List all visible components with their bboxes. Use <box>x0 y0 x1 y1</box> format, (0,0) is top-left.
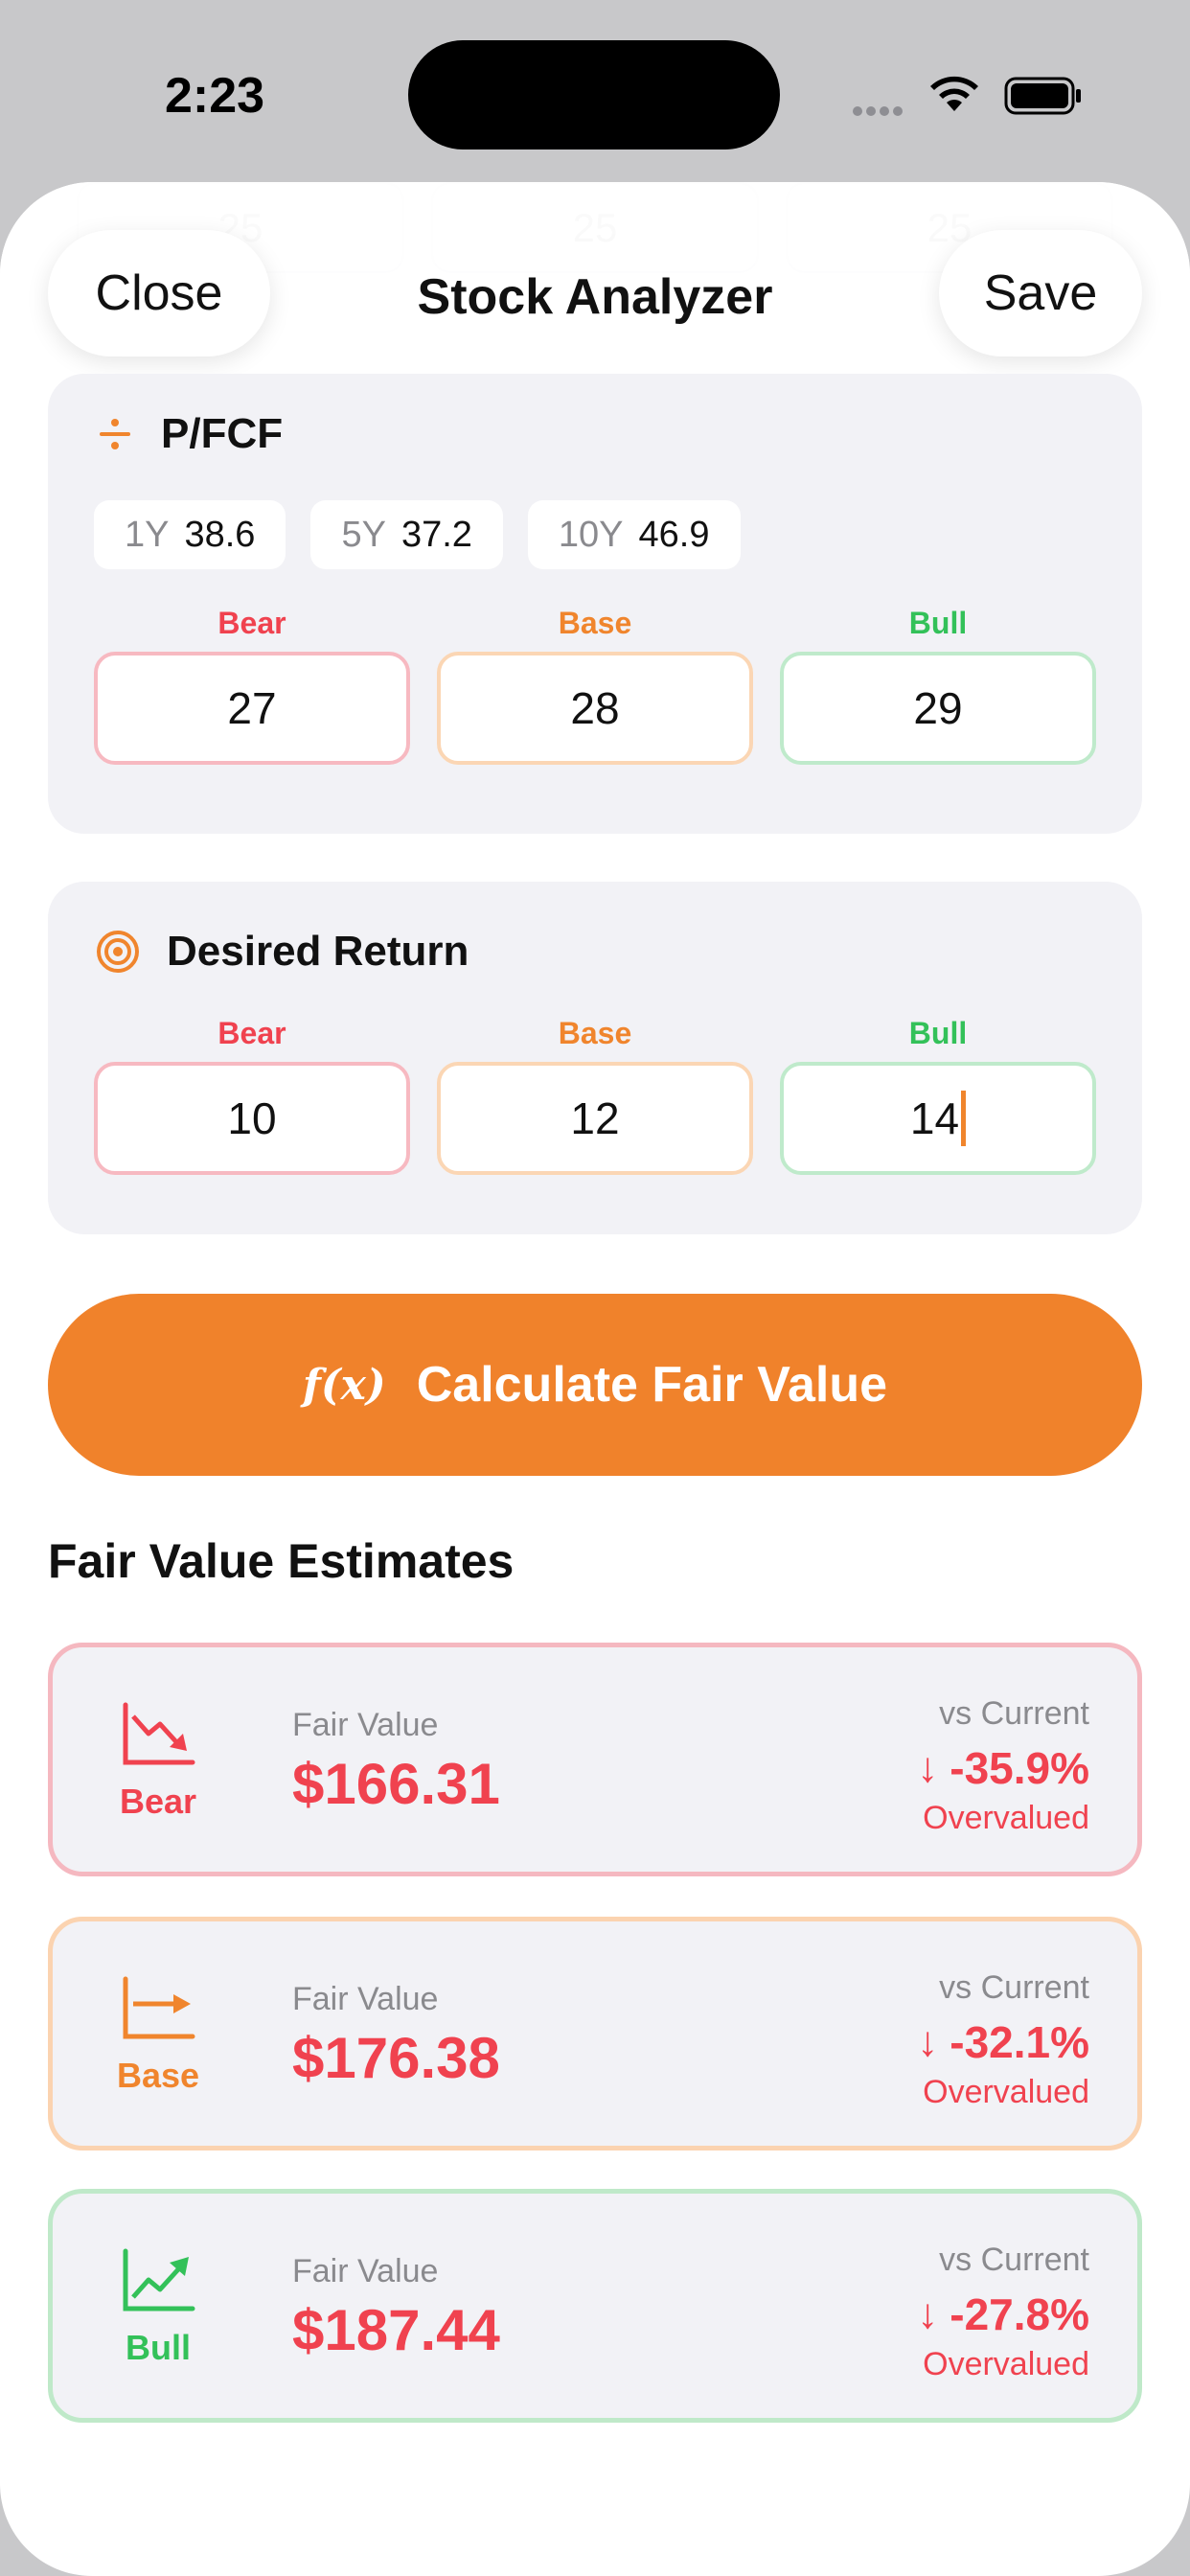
history-chip-1y: 1Y 38.6 <box>94 500 286 569</box>
base-label: Base <box>558 606 632 640</box>
history-label: 1Y <box>125 514 170 555</box>
chart-flat-icon <box>123 1976 195 2039</box>
pfcf-base: Base 28 <box>437 604 753 765</box>
desired-return-header: Desired Return <box>96 928 469 976</box>
cellular-icon <box>853 104 912 117</box>
pfcf-bear: Bear 27 <box>94 604 410 765</box>
return-base: Base 12 <box>437 1014 753 1175</box>
fair-value-label: Fair Value <box>292 1981 439 2017</box>
pfcf-bull-input[interactable]: 29 <box>780 652 1096 765</box>
history-label: 5Y <box>341 514 386 555</box>
pfcf-bull: Bull 29 <box>780 604 1096 765</box>
arrow-down-icon: ↓ <box>917 2018 939 2065</box>
estimate-card-base: Base Fair Value $176.38 vs Current ↓ -32.… <box>48 1917 1142 2150</box>
estimate-name: Bull <box>126 2328 191 2367</box>
return-bear-input[interactable]: 10 <box>94 1062 410 1175</box>
delta-value: -32.1% <box>950 2017 1089 2067</box>
history-value: 38.6 <box>184 514 256 555</box>
arrow-down-icon: ↓ <box>917 1744 939 1791</box>
valuation-verdict: Overvalued <box>923 2074 1089 2110</box>
fair-value-amount: $166.31 <box>292 1752 500 1816</box>
delta-value: -35.9% <box>950 1743 1089 1793</box>
delta-percent: ↓ -35.9% <box>917 1742 1089 1794</box>
stock-analyzer-sheet: 25 25 25 Close Stock Analyzer Save P/FCF… <box>0 182 1190 2576</box>
pfcf-title: P/FCF <box>161 410 284 457</box>
estimate-card-bear: Bear Fair Value $166.31 vs Current ↓ -35.… <box>48 1643 1142 1876</box>
pfcf-base-input[interactable]: 28 <box>437 652 753 765</box>
return-bull: Bull 14 <box>780 1014 1096 1175</box>
estimate-card-bull: Bull Fair Value $187.44 vs Current ↓ -27.… <box>48 2189 1142 2423</box>
pfcf-card: P/FCF 1Y 38.6 5Y 37.2 10Y 46.9 Bear 27 B… <box>48 374 1142 834</box>
valuation-verdict: Overvalued <box>923 1800 1089 1836</box>
return-bull-value: 14 <box>909 1093 960 1143</box>
bear-label: Bear <box>217 1016 286 1050</box>
vs-current-label: vs Current <box>939 1969 1089 2006</box>
text-caret <box>961 1091 967 1146</box>
valuation-verdict: Overvalued <box>923 2346 1089 2382</box>
pfcf-header: P/FCF <box>96 410 283 458</box>
bull-label: Bull <box>908 606 968 640</box>
return-base-input[interactable]: 12 <box>437 1062 753 1175</box>
fair-value-estimates-title: Fair Value Estimates <box>48 1534 515 1588</box>
pfcf-history: 1Y 38.6 5Y 37.2 10Y 46.9 <box>94 500 741 569</box>
desired-return-card: Desired Return Bear 10 Base 12 Bull 14 <box>48 882 1142 1234</box>
pfcf-bear-input[interactable]: 27 <box>94 652 410 765</box>
dynamic-island <box>408 40 780 150</box>
bull-label: Bull <box>908 1016 968 1050</box>
save-button[interactable]: Save <box>939 230 1142 356</box>
calculate-fair-value-button[interactable]: f(x) Calculate Fair Value <box>48 1294 1142 1476</box>
vs-current-block: vs Current ↓ -27.8% Overvalued <box>917 2242 1089 2383</box>
fair-value-label: Fair Value <box>292 1707 439 1743</box>
return-bear: Bear 10 <box>94 1014 410 1175</box>
fair-value-amount: $187.44 <box>292 2298 500 2362</box>
desired-return-title: Desired Return <box>167 928 469 975</box>
wifi-icon <box>930 76 978 111</box>
status-bar: 2:23 <box>0 0 1190 182</box>
history-chip-10y: 10Y 46.9 <box>527 500 741 569</box>
vs-current-label: vs Current <box>939 2242 1089 2278</box>
return-bull-input[interactable]: 14 <box>780 1062 1096 1175</box>
estimate-name: Bear <box>119 1782 197 1821</box>
fair-value-label: Fair Value <box>292 2253 439 2289</box>
fair-value-amount: $176.38 <box>292 2026 500 2090</box>
estimate-name: Base <box>116 2056 200 2095</box>
vs-current-block: vs Current ↓ -35.9% Overvalued <box>917 1695 1089 1837</box>
function-icon: f(x) <box>302 1360 386 1410</box>
history-value: 37.2 <box>400 514 472 555</box>
chart-up-icon <box>123 2248 195 2312</box>
vs-current-label: vs Current <box>939 1695 1089 1732</box>
bear-label: Bear <box>217 606 286 640</box>
delta-percent: ↓ -32.1% <box>917 2016 1089 2068</box>
delta-percent: ↓ -27.8% <box>917 2288 1089 2340</box>
pfcf-scenarios: Bear 27 Base 28 Bull 29 <box>94 604 1096 765</box>
history-value: 46.9 <box>638 514 710 555</box>
history-chip-5y: 5Y 37.2 <box>310 500 503 569</box>
status-time: 2:23 <box>165 68 265 124</box>
calculate-label: Calculate Fair Value <box>416 1357 888 1413</box>
history-label: 10Y <box>558 514 624 555</box>
divide-icon <box>100 419 130 449</box>
target-icon <box>97 931 139 973</box>
delta-value: -27.8% <box>950 2289 1089 2339</box>
desired-return-scenarios: Bear 10 Base 12 Bull 14 <box>94 1014 1096 1175</box>
battery-icon <box>1004 77 1081 115</box>
vs-current-block: vs Current ↓ -32.1% Overvalued <box>917 1969 1089 2111</box>
chart-down-icon <box>123 1702 195 1765</box>
arrow-down-icon: ↓ <box>917 2290 939 2337</box>
base-label: Base <box>558 1016 632 1050</box>
